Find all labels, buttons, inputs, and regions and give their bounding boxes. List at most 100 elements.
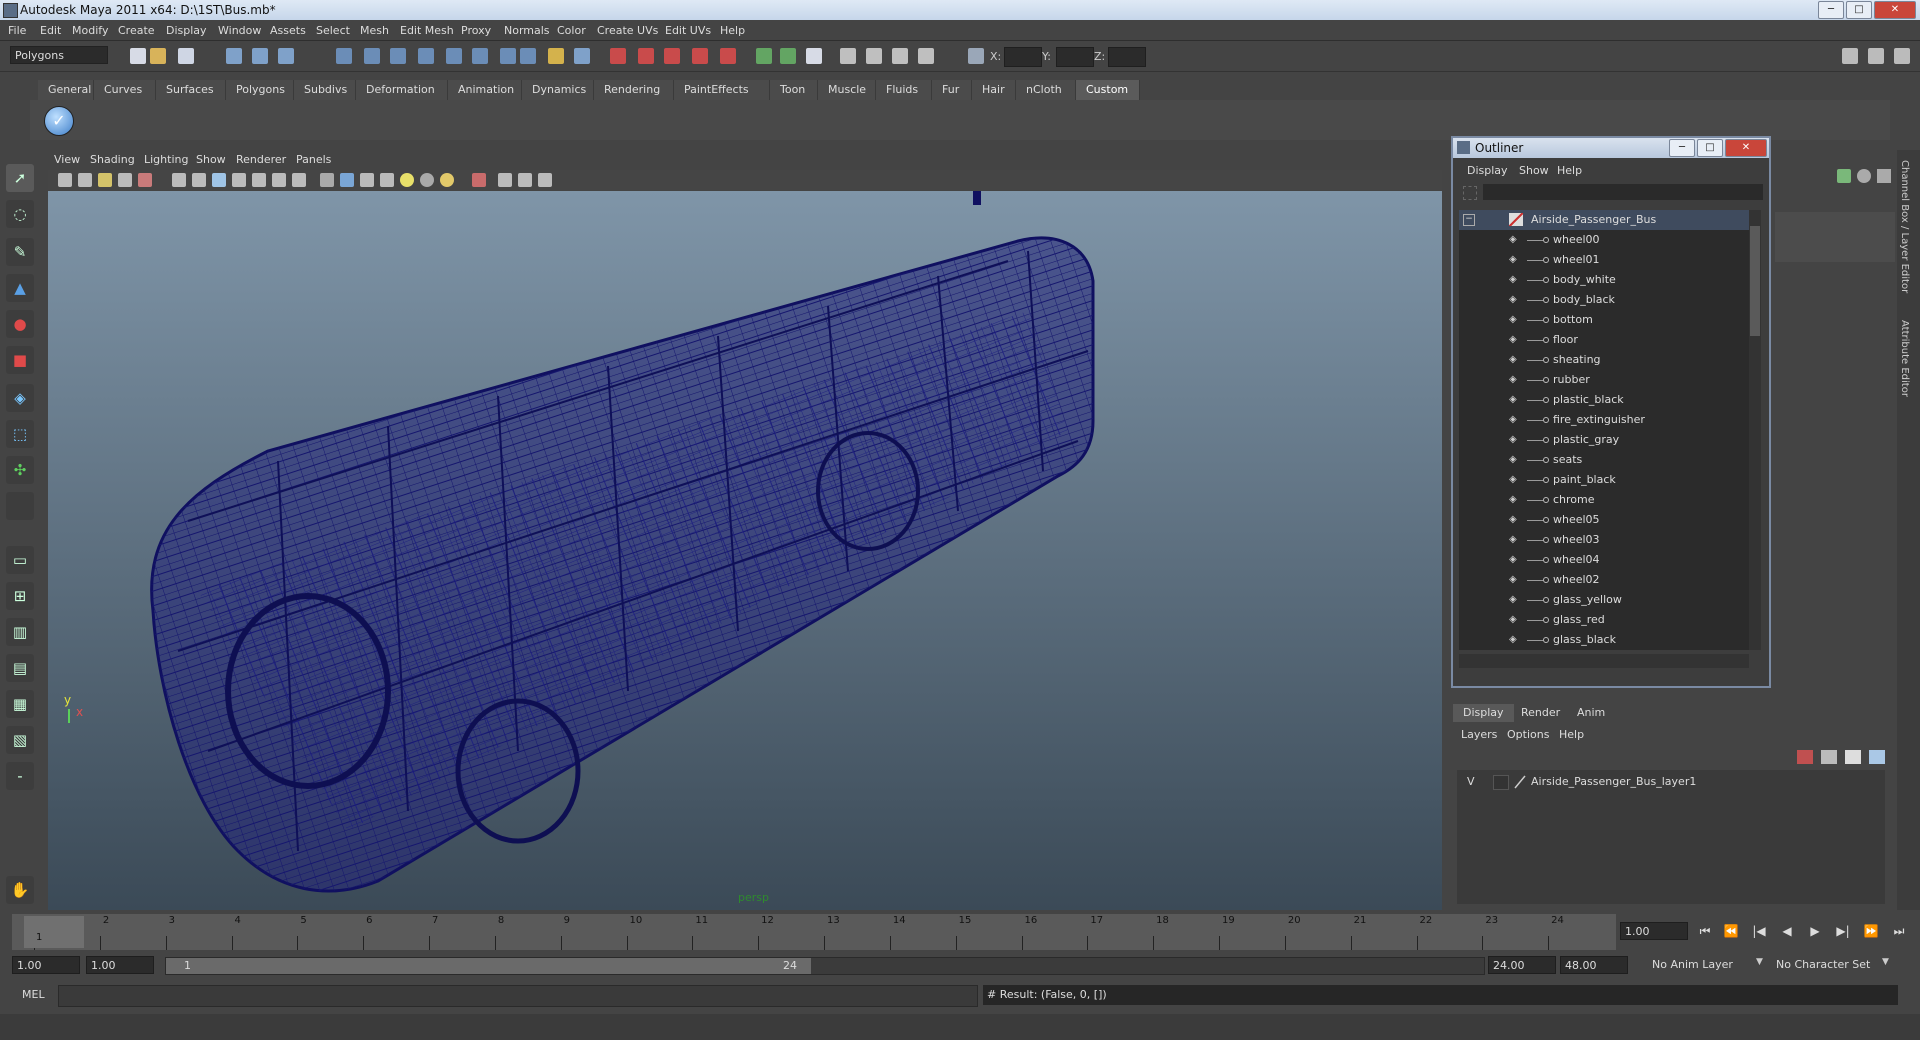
move-tool-icon[interactable]: ▲: [6, 274, 34, 302]
transform-mode-icon[interactable]: [968, 48, 984, 64]
outliner-filter-input[interactable]: [1483, 184, 1763, 200]
tool-settings-icon[interactable]: [780, 48, 796, 64]
perspective-viewport[interactable]: y x persp: [48, 191, 1442, 910]
shelf-tab-muscle[interactable]: Muscle: [818, 80, 876, 100]
safe-title-icon[interactable]: [292, 173, 306, 187]
outliner-item[interactable]: ◈ wheel05: [1459, 510, 1749, 530]
ipr-options-icon[interactable]: [918, 48, 934, 64]
render-options-icon[interactable]: [892, 48, 908, 64]
range-slider-knob[interactable]: 1 24: [166, 958, 811, 974]
play-backwards-icon[interactable]: ◀: [1778, 922, 1796, 940]
render-settings-icon[interactable]: [664, 48, 680, 64]
shelf-tab-ncloth[interactable]: nCloth: [1016, 80, 1076, 100]
xray-joints-icon[interactable]: [518, 173, 532, 187]
save-scene-icon[interactable]: [178, 48, 194, 64]
layer-tab-anim[interactable]: Anim: [1567, 704, 1615, 722]
step-back-frame-icon[interactable]: ⏪: [1722, 922, 1740, 940]
layer-color-icon[interactable]: [1513, 775, 1527, 789]
wireframe-icon[interactable]: [320, 173, 334, 187]
step-back-key-icon[interactable]: |◀: [1750, 922, 1768, 940]
close-button[interactable]: ✕: [1874, 1, 1916, 19]
outliner-item[interactable]: ◈ floor: [1459, 330, 1749, 350]
new-layer-icon[interactable]: [1797, 750, 1813, 764]
layer-display-type-toggle[interactable]: [1493, 775, 1509, 790]
outliner-item[interactable]: ◈ wheel00: [1459, 230, 1749, 250]
snap-grid-icon[interactable]: [336, 48, 352, 64]
shelf-tab-toon[interactable]: Toon: [770, 80, 818, 100]
camera-attributes-icon[interactable]: [78, 173, 92, 187]
scale-tool-icon[interactable]: ■: [6, 346, 34, 374]
outliner-graph-layout-icon[interactable]: ▧: [6, 726, 34, 754]
gate-mask-icon[interactable]: [232, 173, 246, 187]
outliner-item[interactable]: ◈ glass_yellow: [1459, 590, 1749, 610]
animation-start-field[interactable]: 1.00: [86, 956, 154, 974]
channel-box-key-icon[interactable]: [1837, 169, 1851, 183]
vp-menu-renderer[interactable]: Renderer: [236, 153, 286, 166]
question-icon[interactable]: [520, 48, 536, 64]
smooth-shade-icon[interactable]: [340, 173, 354, 187]
vp-menu-lighting[interactable]: Lighting: [144, 153, 188, 166]
menu-create[interactable]: Create: [118, 24, 155, 37]
menu-set-dropdown[interactable]: Polygons: [10, 46, 108, 64]
x-field[interactable]: [1004, 47, 1042, 67]
outliner-item[interactable]: ◈ rubber: [1459, 370, 1749, 390]
layer-menu-layers[interactable]: Layers: [1461, 728, 1497, 741]
graph-persp-layout-icon[interactable]: ▤: [6, 654, 34, 682]
soft-mod-icon[interactable]: ⬚: [6, 420, 34, 448]
shelf-tab-fur[interactable]: Fur: [932, 80, 972, 100]
render-view-icon[interactable]: [720, 48, 736, 64]
select-hierarchy-icon[interactable]: [226, 48, 242, 64]
outliner-menu-show[interactable]: Show: [1519, 164, 1549, 177]
lasso-tool-icon[interactable]: ◌: [6, 200, 34, 228]
hypershade-persp-layout-icon[interactable]: ▦: [6, 690, 34, 718]
shelf-tab-animation[interactable]: Animation: [448, 80, 522, 100]
menu-modify[interactable]: Modify: [72, 24, 108, 37]
command-input[interactable]: [58, 985, 978, 1007]
layer-attributes-icon[interactable]: [1869, 750, 1885, 764]
layout-icon-1[interactable]: [1842, 48, 1858, 64]
resolution-gate-icon[interactable]: [212, 173, 226, 187]
layout-more-icon[interactable]: -: [6, 762, 34, 790]
shelf-tab-fluids[interactable]: Fluids: [876, 80, 932, 100]
input-ops-icon[interactable]: [548, 48, 564, 64]
step-forward-frame-icon[interactable]: ⏩: [1862, 922, 1880, 940]
menu-edit-mesh[interactable]: Edit Mesh: [400, 24, 454, 37]
shelf-tab-deformation[interactable]: Deformation: [356, 80, 448, 100]
outliner-item[interactable]: ◈ wheel01: [1459, 250, 1749, 270]
xray-icon[interactable]: [498, 173, 512, 187]
range-slider-track[interactable]: 1 24: [165, 957, 1485, 975]
channel-box-icon[interactable]: [806, 48, 822, 64]
rotate-tool-icon[interactable]: ●: [6, 310, 34, 338]
shelf-tab-general[interactable]: General: [38, 80, 94, 100]
command-language-label[interactable]: MEL: [22, 988, 45, 1001]
shadows-icon[interactable]: [420, 173, 434, 187]
layer-tab-display[interactable]: Display: [1453, 704, 1514, 722]
menu-help[interactable]: Help: [720, 24, 745, 37]
image-plane-icon[interactable]: [118, 173, 132, 187]
layer-tab-render[interactable]: Render: [1511, 704, 1570, 722]
shelf-tab-polygons[interactable]: Polygons: [226, 80, 294, 100]
shelf-tab-dynamics[interactable]: Dynamics: [522, 80, 594, 100]
outliner-minimize-button[interactable]: ─: [1669, 139, 1695, 157]
vp-menu-show[interactable]: Show: [196, 153, 226, 166]
outliner-menu-help[interactable]: Help: [1557, 164, 1582, 177]
animation-end-field[interactable]: 24.00: [1488, 956, 1556, 974]
outliner-item[interactable]: ◈ paint_black: [1459, 470, 1749, 490]
field-chart-icon[interactable]: [252, 173, 266, 187]
character-set-chevron-icon[interactable]: ▼: [1882, 957, 1889, 967]
outliner-maximize-button[interactable]: □: [1697, 139, 1723, 157]
high-quality-icon[interactable]: [440, 173, 454, 187]
snap-curve-icon[interactable]: [364, 48, 380, 64]
maximize-button[interactable]: □: [1846, 1, 1872, 19]
character-set-dropdown[interactable]: No Character Set: [1776, 956, 1870, 974]
outliner-persp-layout-icon[interactable]: ▥: [6, 618, 34, 646]
new-layer-selected-icon[interactable]: [1821, 750, 1837, 764]
paint-select-icon[interactable]: ✎: [6, 238, 34, 266]
vp-menu-panels[interactable]: Panels: [296, 153, 331, 166]
quick-layout-icon[interactable]: ✋: [6, 876, 34, 904]
outliner-item[interactable]: ◈ body_white: [1459, 270, 1749, 290]
y-field[interactable]: [1056, 47, 1094, 67]
anim-layer-chevron-icon[interactable]: ▼: [1756, 957, 1763, 967]
channel-box-pin-icon[interactable]: [1877, 169, 1891, 183]
textured-icon[interactable]: [380, 173, 394, 187]
